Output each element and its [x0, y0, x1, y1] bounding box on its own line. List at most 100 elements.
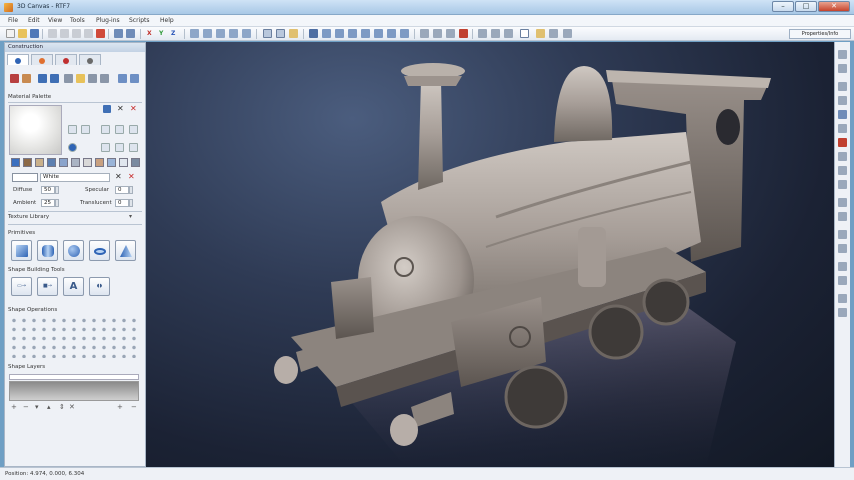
undo-icon[interactable]	[114, 29, 123, 38]
color-wheel-icon[interactable]	[68, 143, 77, 152]
bump-map-icon[interactable]	[115, 125, 124, 134]
menu-scripts[interactable]: Scripts	[129, 17, 150, 24]
clear-icon[interactable]: ✕	[115, 173, 123, 181]
material-swatch[interactable]	[35, 158, 44, 167]
text-icon[interactable]: A	[63, 277, 84, 296]
open-folder-icon[interactable]	[18, 29, 27, 38]
grid-icon[interactable]	[387, 29, 396, 38]
copy-icon[interactable]	[72, 29, 81, 38]
menu-tools[interactable]: Tools	[70, 17, 85, 24]
shape-operations-grid[interactable]	[9, 316, 137, 358]
show-icon[interactable]	[838, 308, 847, 317]
menu-file[interactable]: File	[8, 17, 18, 24]
paint-icon[interactable]	[10, 74, 19, 83]
layer-new-icon[interactable]: +	[117, 403, 123, 411]
brush-icon[interactable]	[838, 166, 847, 175]
material-swatch[interactable]	[83, 158, 92, 167]
mesh-icon[interactable]	[118, 74, 127, 83]
material-swatch[interactable]	[23, 158, 32, 167]
minimize-button[interactable]: –	[772, 1, 794, 12]
cube-icon[interactable]	[11, 240, 32, 261]
light-bulb-icon[interactable]	[536, 29, 545, 38]
rotate-tool-icon[interactable]	[838, 96, 847, 105]
cut-icon[interactable]	[60, 29, 69, 38]
layer-merge-icon[interactable]: ▾	[35, 403, 39, 411]
close-button[interactable]: ✕	[818, 1, 850, 12]
arrange-icon[interactable]	[838, 50, 847, 59]
shaded-icon[interactable]	[335, 29, 344, 38]
rotate-icon[interactable]	[216, 29, 225, 38]
specular-field[interactable]: 0	[115, 186, 129, 194]
uv-map-icon[interactable]	[838, 262, 847, 271]
layer-delete-icon[interactable]: ✕	[69, 403, 75, 411]
cylinder-icon[interactable]	[37, 240, 58, 261]
view-side-icon[interactable]	[276, 29, 285, 38]
move-tool-icon[interactable]	[838, 110, 847, 119]
diffuse-field[interactable]: 50	[41, 186, 55, 194]
tab-textures[interactable]	[55, 54, 77, 65]
material-swatch[interactable]	[131, 158, 140, 167]
layer-collapse-icon[interactable]: −	[131, 403, 137, 411]
align-icon[interactable]	[838, 64, 847, 73]
layer-move-icon[interactable]: ⇕	[59, 403, 65, 411]
mirror-icon[interactable]	[838, 124, 847, 133]
ambient-field[interactable]: 25	[41, 199, 55, 207]
cone-icon[interactable]	[115, 240, 136, 261]
layout-icon[interactable]	[478, 29, 487, 38]
diffuse-spinner[interactable]	[55, 186, 59, 194]
maximize-button[interactable]: □	[795, 1, 817, 12]
lights-icon[interactable]	[361, 29, 370, 38]
material-name-dropdown[interactable]: White	[40, 173, 110, 182]
pin-icon[interactable]	[838, 138, 847, 147]
knife-icon[interactable]	[838, 180, 847, 189]
select-icon[interactable]	[190, 29, 199, 38]
keyframe-icon[interactable]	[433, 29, 442, 38]
save-icon[interactable]	[30, 29, 39, 38]
axis-z-toggle[interactable]: Z	[171, 30, 175, 37]
texture-map-icon[interactable]	[101, 125, 110, 134]
layer-add-icon[interactable]: +	[11, 403, 17, 411]
extrude-face-icon[interactable]	[838, 244, 847, 253]
options-icon[interactable]	[549, 29, 558, 38]
material-swatch[interactable]	[71, 158, 80, 167]
filter-icon[interactable]	[103, 105, 111, 113]
material-swatch[interactable]	[11, 158, 20, 167]
hide-icon[interactable]	[838, 294, 847, 303]
render-icon[interactable]	[309, 29, 318, 38]
tab-tools[interactable]	[79, 54, 101, 65]
shape-icon[interactable]: ◖◗	[89, 277, 110, 296]
camera-icon[interactable]	[374, 29, 383, 38]
print-icon[interactable]	[48, 29, 57, 38]
specular-map-icon[interactable]	[115, 143, 124, 152]
animation-icon[interactable]	[420, 29, 429, 38]
wireframe-icon[interactable]	[322, 29, 331, 38]
menu-help[interactable]: Help	[160, 17, 174, 24]
vertex-icon[interactable]	[64, 74, 73, 83]
specular-spinner[interactable]	[129, 186, 133, 194]
view-top-icon[interactable]	[289, 29, 298, 38]
object-icon[interactable]	[38, 74, 47, 83]
glow-map-icon[interactable]	[129, 143, 138, 152]
textured-icon[interactable]	[348, 29, 357, 38]
light-icon[interactable]	[76, 74, 85, 83]
sphere-preview-icon[interactable]	[68, 125, 77, 134]
opacity-map-icon[interactable]	[101, 143, 110, 152]
zoom-icon[interactable]	[242, 29, 251, 38]
translucent-spinner[interactable]	[129, 199, 133, 207]
flip-normals-icon[interactable]	[838, 276, 847, 285]
delete-material-icon[interactable]: ✕	[130, 105, 138, 113]
smooth-icon[interactable]	[838, 212, 847, 221]
quad-view-icon[interactable]	[504, 29, 513, 38]
material-swatch[interactable]	[119, 158, 128, 167]
paste-icon[interactable]	[84, 29, 93, 38]
tab-construction[interactable]	[7, 54, 29, 65]
chevron-down-icon[interactable]: ▾	[129, 214, 137, 220]
reflection-map-icon[interactable]	[129, 125, 138, 134]
subdivide-icon[interactable]	[838, 230, 847, 239]
single-view-icon[interactable]	[520, 29, 529, 38]
group-icon[interactable]	[50, 74, 59, 83]
extrude-icon[interactable]: ■→	[37, 277, 58, 296]
layer-list[interactable]	[9, 381, 139, 401]
material-swatch[interactable]	[47, 158, 56, 167]
texture-library-label[interactable]: Texture Library	[8, 214, 142, 220]
